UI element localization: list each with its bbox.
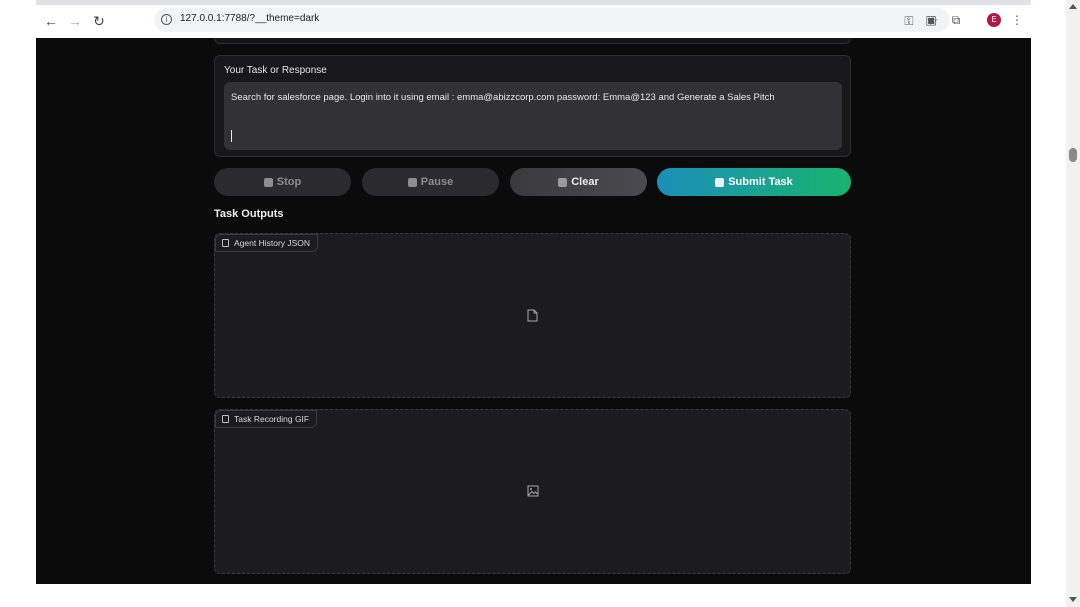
task-input-block: Your Task or Response Search for salesfo… bbox=[214, 55, 851, 157]
submit-task-button-label: Submit Task bbox=[728, 176, 793, 188]
puzzle-icon[interactable]: ⧉ bbox=[949, 13, 963, 27]
key-icon[interactable]: ⚿ bbox=[902, 14, 916, 28]
task-label: Your Task or Response bbox=[224, 65, 327, 76]
pause-icon bbox=[407, 177, 417, 187]
stop-icon bbox=[263, 177, 273, 187]
file-icon bbox=[222, 239, 229, 247]
task-recording-gif-panel[interactable]: Task Recording GIF bbox=[214, 409, 851, 574]
pause-button[interactable]: Pause bbox=[362, 168, 499, 196]
page-scrollbar[interactable] bbox=[1066, 0, 1080, 607]
submit-task-button[interactable]: Submit Task bbox=[657, 168, 851, 196]
scroll-up-arrow-icon[interactable] bbox=[1069, 4, 1077, 9]
forward-arrow-icon[interactable]: → bbox=[65, 11, 85, 31]
file-icon bbox=[527, 309, 538, 322]
extension-square-icon[interactable]: ▣ bbox=[924, 13, 938, 27]
page-viewport: Your Task or Response Search for salesfo… bbox=[36, 38, 1031, 584]
address-bar[interactable]: i 127.0.0.1:7788/?__theme=dark ⚿ ☆ bbox=[154, 8, 950, 32]
task-outputs-title: Task Outputs bbox=[214, 208, 284, 220]
url-text: 127.0.0.1:7788/?__theme=dark bbox=[180, 13, 320, 24]
task-textarea[interactable]: Search for salesforce page. Login into i… bbox=[224, 82, 842, 150]
task-recording-gif-label: Task Recording GIF bbox=[215, 410, 318, 428]
browser-toolbar: ← → ↻ i 127.0.0.1:7788/?__theme=dark ⚿ ☆… bbox=[36, 0, 1031, 38]
agent-history-json-label: Agent History JSON bbox=[215, 234, 319, 252]
image-icon bbox=[222, 415, 229, 423]
task-text: Search for salesforce page. Login into i… bbox=[231, 92, 775, 103]
scrollbar-thumb[interactable] bbox=[1069, 148, 1077, 162]
tab-strip bbox=[36, 0, 1031, 5]
info-icon[interactable]: i bbox=[161, 14, 172, 25]
text-caret bbox=[231, 130, 232, 142]
previous-block-edge bbox=[214, 38, 851, 44]
kebab-menu-icon[interactable]: ⋮ bbox=[1010, 13, 1024, 27]
avatar[interactable]: E bbox=[987, 13, 1001, 27]
trash-icon bbox=[558, 177, 568, 187]
back-arrow-icon[interactable]: ← bbox=[41, 11, 61, 31]
image-icon bbox=[527, 485, 539, 497]
reload-icon[interactable]: ↻ bbox=[89, 11, 109, 31]
clear-button[interactable]: Clear bbox=[510, 168, 647, 196]
agent-history-json-panel[interactable]: Agent History JSON bbox=[214, 233, 851, 398]
scroll-down-arrow-icon[interactable] bbox=[1069, 597, 1077, 602]
pause-button-label: Pause bbox=[420, 176, 454, 188]
agent-history-json-text: Agent History JSON bbox=[234, 238, 311, 248]
play-icon bbox=[715, 177, 725, 187]
clear-button-label: Clear bbox=[571, 176, 599, 188]
stop-button[interactable]: Stop bbox=[214, 168, 351, 196]
task-recording-gif-text: Task Recording GIF bbox=[234, 414, 310, 424]
stop-button-label: Stop bbox=[276, 176, 302, 188]
